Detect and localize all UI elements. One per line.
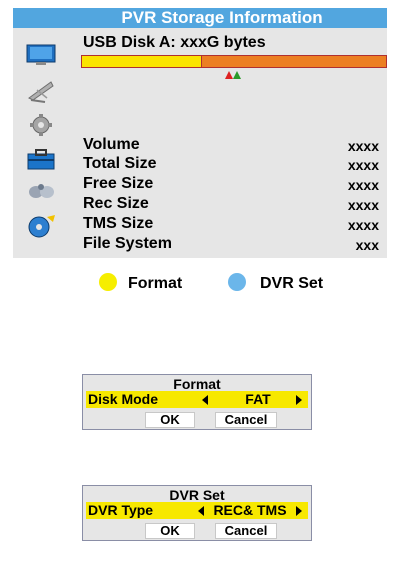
storage-used-fill (82, 56, 202, 67)
dvr-type-label: DVR Type (88, 502, 154, 518)
info-row-tms-size: TMS Size xxxx (83, 215, 379, 233)
left-arrow-icon[interactable] (202, 395, 208, 405)
format-cancel-button[interactable]: Cancel (215, 412, 277, 428)
dvr-set-key-dot-icon[interactable] (228, 273, 246, 291)
disk-mode-value: FAT (245, 391, 271, 407)
toolbox-icon[interactable] (23, 146, 59, 172)
dvr-type-row[interactable]: DVR Type REC& TMS (86, 502, 308, 519)
info-row-free-size: Free Size xxxx (83, 175, 379, 193)
monitor-icon[interactable] (23, 42, 59, 68)
disc-icon[interactable] (23, 213, 59, 239)
dvr-type-value: REC& TMS (213, 502, 287, 518)
right-arrow-icon[interactable] (296, 395, 302, 405)
disk-label: USB Disk A: xxxG bytes (83, 34, 266, 51)
storage-usage-bar (81, 55, 387, 68)
gear-icon[interactable] (23, 112, 59, 138)
left-arrow-icon[interactable] (198, 506, 204, 516)
free-marker-icon (233, 71, 241, 79)
format-ok-button[interactable]: OK (145, 412, 195, 428)
disk-mode-row[interactable]: Disk Mode FAT (86, 391, 308, 408)
dvr-set-dialog-title: DVR Set (169, 487, 225, 503)
right-arrow-icon[interactable] (296, 506, 302, 516)
side-menu (13, 28, 73, 258)
disk-mode-label: Disk Mode (88, 391, 159, 407)
dvr-set-key-label[interactable]: DVR Set (260, 275, 323, 293)
panel-title-bar: PVR Storage Information (13, 8, 387, 28)
info-row-total-size: Total Size xxxx (83, 155, 379, 173)
format-dialog: Format Disk Mode FAT OK Cancel (82, 374, 312, 430)
pvr-storage-panel: PVR Storage Information USB Disk A: xxxG… (13, 8, 387, 258)
format-dialog-title: Format (173, 376, 221, 392)
info-row-file-system: File System xxx (83, 235, 379, 253)
info-row-volume: Volume xxxx (83, 136, 379, 154)
dvr-set-dialog: DVR Set DVR Type REC& TMS OK Cancel (82, 485, 312, 541)
panel-title: PVR Storage Information (121, 8, 323, 27)
dvr-cancel-button[interactable]: Cancel (215, 523, 277, 539)
format-key-label[interactable]: Format (128, 275, 182, 293)
joystick-icon[interactable] (23, 178, 59, 204)
used-marker-icon (225, 71, 233, 79)
info-row-rec-size: Rec Size xxxx (83, 195, 379, 213)
format-key-dot-icon[interactable] (99, 273, 117, 291)
satellite-dish-icon[interactable] (23, 78, 59, 104)
dvr-ok-button[interactable]: OK (145, 523, 195, 539)
